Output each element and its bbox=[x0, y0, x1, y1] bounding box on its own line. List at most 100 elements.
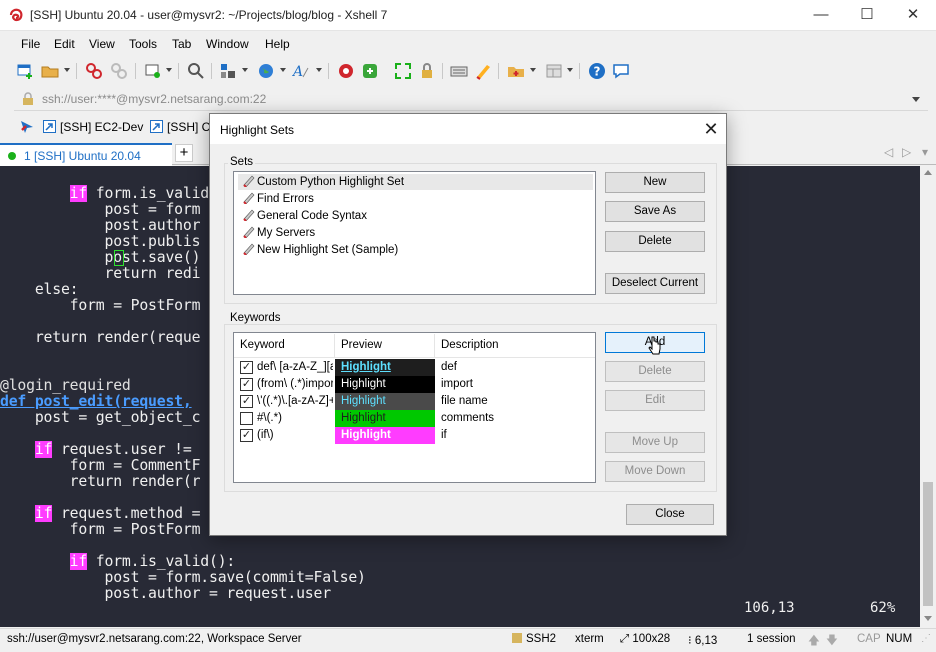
session-up-icon[interactable]: 🡅 bbox=[808, 633, 820, 652]
set-item[interactable]: Find Errors bbox=[242, 191, 314, 207]
menu-file[interactable]: File bbox=[21, 37, 40, 51]
help-icon[interactable]: ? bbox=[588, 62, 606, 80]
reconnect-icon[interactable] bbox=[110, 62, 128, 80]
move-down-button[interactable]: Move Down bbox=[605, 461, 705, 482]
open-dropdown-icon[interactable] bbox=[64, 68, 70, 72]
close-window-button[interactable]: ✕ bbox=[890, 0, 936, 30]
tab-scroll-left-icon[interactable]: ◁ bbox=[884, 145, 893, 159]
menu-view[interactable]: View bbox=[89, 37, 115, 51]
line-text: request.method = bbox=[52, 505, 201, 522]
set-item[interactable]: General Code Syntax bbox=[242, 208, 367, 224]
save-as-button[interactable]: Save As bbox=[605, 201, 705, 222]
scroll-down-icon[interactable] bbox=[924, 616, 932, 621]
highlight-pen-icon[interactable] bbox=[474, 62, 492, 80]
keyword-checkbox[interactable] bbox=[240, 412, 253, 425]
add-folder-dropdown-icon[interactable] bbox=[530, 68, 536, 72]
column-description[interactable]: Description bbox=[435, 334, 595, 358]
keywords-label: Keywords bbox=[228, 312, 283, 324]
minimize-button[interactable]: — bbox=[798, 0, 844, 30]
link-ce[interactable]: [SSH] Ce bbox=[150, 120, 217, 134]
keyword-row[interactable]: ✓ (if\) Highlight if bbox=[234, 427, 595, 444]
delete-set-button[interactable]: Delete bbox=[605, 231, 705, 252]
column-keyword[interactable]: Keyword bbox=[234, 334, 335, 358]
link-ec2-dev[interactable]: [SSH] EC2-Dev bbox=[43, 120, 143, 134]
properties-dropdown-icon[interactable] bbox=[166, 68, 172, 72]
resize-icon: ⤢ bbox=[620, 633, 633, 645]
keyword-text: #\(.*) bbox=[257, 412, 282, 424]
menu-window[interactable]: Window bbox=[206, 37, 249, 51]
toolbar: A ? bbox=[0, 57, 936, 85]
maximize-button[interactable]: ☐ bbox=[844, 0, 890, 30]
transfer-dropdown-icon[interactable] bbox=[242, 68, 248, 72]
column-preview[interactable]: Preview bbox=[335, 334, 435, 358]
properties-icon[interactable] bbox=[144, 62, 162, 80]
xshell-logo-toolbar-icon[interactable] bbox=[337, 62, 355, 80]
line-text: post.publis bbox=[104, 233, 201, 250]
keyword-row[interactable]: ✓ (from\ (.*)import) Highlight import bbox=[234, 376, 595, 393]
open-folder-icon[interactable] bbox=[41, 62, 59, 80]
layout-icon[interactable] bbox=[545, 62, 563, 80]
toolbar-separator bbox=[579, 63, 580, 79]
links-icon[interactable] bbox=[20, 120, 34, 134]
move-up-button[interactable]: Move Up bbox=[605, 432, 705, 453]
keyword-checkbox[interactable]: ✓ bbox=[240, 361, 253, 374]
keyword-row[interactable]: #\(.*) Highlight comments bbox=[234, 410, 595, 427]
resize-grip-icon[interactable]: ⋰ bbox=[921, 633, 931, 644]
transfer-icon[interactable] bbox=[219, 62, 237, 80]
globe-dropdown-icon[interactable] bbox=[280, 68, 286, 72]
terminal-line: if request.method = bbox=[0, 505, 201, 522]
find-icon[interactable] bbox=[187, 62, 205, 80]
status-term: xterm bbox=[575, 633, 604, 645]
globe-icon[interactable] bbox=[257, 62, 275, 80]
edit-keyword-button[interactable]: Edit bbox=[605, 390, 705, 411]
address-dropdown-icon[interactable] bbox=[912, 97, 920, 102]
lock-toolbar-icon[interactable] bbox=[418, 62, 436, 80]
tab-scroll-right-icon[interactable]: ▷ bbox=[902, 145, 911, 159]
lock-small-icon bbox=[512, 633, 522, 643]
xftp-icon[interactable] bbox=[361, 62, 379, 80]
keyword-row[interactable]: ✓ def\ [a-zA-Z_][a-zA-Z0-9_]*Highlight def bbox=[234, 359, 595, 376]
keyword-row[interactable]: ✓ \'((.*)\.[a-zA-Z]+)\'Highlight file name bbox=[234, 393, 595, 410]
font-dropdown-icon[interactable] bbox=[316, 68, 322, 72]
deselect-current-button[interactable]: Deselect Current bbox=[605, 273, 705, 294]
keyword-checkbox[interactable]: ✓ bbox=[240, 378, 253, 391]
scroll-up-icon[interactable] bbox=[924, 170, 932, 175]
add-tab-button[interactable]: + bbox=[175, 144, 193, 162]
status-size: ⤢ 100x28 bbox=[620, 633, 670, 646]
set-item[interactable]: My Servers bbox=[242, 225, 315, 241]
menu-edit[interactable]: Edit bbox=[54, 37, 75, 51]
new-session-icon[interactable] bbox=[16, 62, 34, 80]
menu-help[interactable]: Help bbox=[265, 37, 290, 51]
line-text: post = form bbox=[104, 201, 201, 218]
keywords-list[interactable]: Keyword Preview Description ✓ def\ [a-zA-… bbox=[233, 332, 596, 483]
set-item[interactable]: New Highlight Set (Sample) bbox=[242, 242, 398, 258]
new-set-button[interactable]: New bbox=[605, 172, 705, 193]
sets-list[interactable]: Custom Python Highlight Set Find Errors … bbox=[233, 171, 596, 295]
fullscreen-icon[interactable] bbox=[394, 62, 412, 80]
close-dialog-button[interactable]: Close bbox=[626, 504, 714, 525]
toolbar-separator bbox=[135, 63, 136, 79]
disconnect-icon[interactable] bbox=[85, 62, 103, 80]
keyboard-icon[interactable] bbox=[450, 62, 468, 80]
set-item[interactable]: Custom Python Highlight Set bbox=[238, 174, 593, 190]
menu-tab[interactable]: Tab bbox=[172, 37, 191, 51]
terminal-scrollbar[interactable] bbox=[920, 166, 936, 627]
keyword-checkbox[interactable]: ✓ bbox=[240, 429, 253, 442]
add-folder-icon[interactable] bbox=[507, 62, 525, 80]
delete-keyword-button[interactable]: Delete bbox=[605, 361, 705, 382]
chat-icon[interactable] bbox=[612, 62, 630, 80]
address-input[interactable] bbox=[42, 89, 902, 109]
font-icon[interactable]: A bbox=[292, 62, 310, 80]
menu-tools[interactable]: Tools bbox=[129, 37, 157, 51]
dialog-close-icon[interactable]: ✕ bbox=[698, 116, 724, 142]
tab-ubuntu[interactable]: 1 [SSH] Ubuntu 20.04 bbox=[0, 143, 172, 166]
set-label: New Highlight Set (Sample) bbox=[257, 244, 399, 256]
tab-menu-icon[interactable]: ▾ bbox=[922, 145, 928, 159]
keyword-checkbox[interactable]: ✓ bbox=[240, 395, 253, 408]
scrollbar-thumb[interactable] bbox=[923, 482, 933, 606]
session-down-icon[interactable]: 🡇 bbox=[826, 633, 838, 652]
layout-dropdown-icon[interactable] bbox=[567, 68, 573, 72]
